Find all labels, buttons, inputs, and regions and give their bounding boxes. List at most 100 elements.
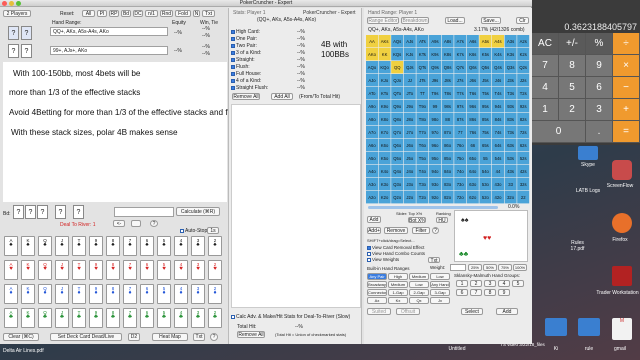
rule-folder-icon[interactable]: [578, 318, 600, 336]
weight-option-25pct[interactable]: 25%: [468, 264, 482, 271]
p2-card2-slot[interactable]: ?: [21, 44, 32, 58]
card-7-2[interactable]: 7 ♦: [123, 284, 137, 304]
calc-key[interactable]: +/-: [559, 33, 586, 55]
range-cat-low-button[interactable]: Low: [430, 273, 450, 280]
card-J-3[interactable]: J ♣: [55, 308, 69, 328]
calculate-button[interactable]: Calculate (⌘R): [176, 207, 220, 216]
card-T-0[interactable]: T ♠: [72, 236, 86, 256]
check-view-weights[interactable]: View Weights: [367, 257, 399, 262]
reset-rnd-button[interactable]: Rnd: [160, 10, 173, 17]
folder-icon[interactable]: [578, 146, 598, 160]
card-6-0[interactable]: 6 ♠: [140, 236, 154, 256]
zoom-icon[interactable]: [16, 1, 21, 6]
range-slider[interactable]: [368, 206, 498, 209]
group-6-button[interactable]: 6: [456, 289, 468, 296]
card-2-0[interactable]: 2 ♠: [208, 236, 222, 256]
firefox-icon[interactable]: [612, 213, 632, 233]
card-6-2[interactable]: 6 ♦: [140, 284, 154, 304]
calc-key[interactable]: =: [613, 121, 640, 143]
calc-key[interactable]: ÷: [613, 33, 640, 55]
range-cat-jx-button[interactable]: Jx: [430, 297, 450, 304]
range-cat-any-hand-button[interactable]: Any Hand: [430, 281, 450, 288]
card-T-1[interactable]: T ♥: [72, 260, 86, 280]
reset-all-button[interactable]: All: [82, 10, 95, 17]
p1-card2-slot[interactable]: ?: [21, 26, 32, 40]
board-slot-1[interactable]: ?: [13, 205, 24, 219]
calc-key[interactable]: 5: [559, 77, 586, 99]
card-7-3[interactable]: 7 ♣: [123, 308, 137, 328]
p1-card1-slot[interactable]: ?: [8, 26, 19, 40]
card-9-1[interactable]: 9 ♥: [89, 260, 103, 280]
card-A-3[interactable]: A ♣: [4, 308, 18, 328]
offsuit-button[interactable]: Offsuit: [396, 308, 420, 315]
card-Q-3[interactable]: Q ♣: [38, 308, 52, 328]
card-2-1[interactable]: 2 ♥: [208, 260, 222, 280]
calc-key[interactable]: %: [586, 33, 613, 55]
calc-key[interactable]: 2: [559, 99, 586, 121]
stat-checkbox[interactable]: [231, 64, 235, 69]
calc-key[interactable]: 3: [586, 99, 613, 121]
hand-range-grid[interactable]: AA AKs AQs AJs ATs A9s A8s A7s A6s A5s A4s A3s A2s AK…: [366, 35, 531, 205]
group-4-button[interactable]: 4: [498, 280, 510, 287]
reset-rp-button[interactable]: RP: [109, 10, 119, 17]
range-cat-3-gap-button[interactable]: 3-Gap: [430, 289, 450, 296]
card-Q-1[interactable]: Q ♥: [38, 260, 52, 280]
group-7-button[interactable]: 7: [470, 289, 482, 296]
help-button[interactable]: ?: [150, 220, 158, 227]
range-help-button[interactable]: ?: [432, 227, 439, 234]
filter-button[interactable]: Filter: [412, 227, 430, 234]
add-plus-button[interactable]: Add+: [367, 227, 381, 234]
card-K-0[interactable]: K ♠: [21, 236, 35, 256]
card-A-0[interactable]: A ♠: [4, 236, 18, 256]
range-cat-ax-button[interactable]: Ax: [367, 297, 387, 304]
card-5-2[interactable]: 5 ♦: [157, 284, 171, 304]
stat-row[interactable]: 4 of a Kind: --%: [231, 78, 311, 84]
slider-mode-select[interactable]: Bot X%: [408, 217, 426, 223]
card-5-3[interactable]: 5 ♣: [157, 308, 171, 328]
stat-row[interactable]: 3 of a Kind: --%: [231, 50, 311, 56]
card-J-1[interactable]: J ♥: [55, 260, 69, 280]
clr-button[interactable]: Clr: [516, 17, 529, 24]
range-cat-kx-button[interactable]: Kx: [388, 297, 408, 304]
card-K-1[interactable]: K ♥: [21, 260, 35, 280]
add-button[interactable]: Add: [367, 216, 381, 223]
card-T-2[interactable]: T ♦: [72, 284, 86, 304]
card-A-1[interactable]: A ♥: [4, 260, 18, 280]
board-slot-3[interactable]: ?: [37, 205, 48, 219]
calc-key[interactable]: 6: [586, 77, 613, 99]
calc-key[interactable]: 4: [532, 77, 559, 99]
stat-row[interactable]: Straight Flush: --%: [231, 85, 311, 91]
remove-all-button[interactable]: Remove All: [232, 93, 260, 100]
stat-checkbox[interactable]: [231, 29, 235, 34]
card-4-2[interactable]: 4 ♦: [174, 284, 188, 304]
calc-key[interactable]: 0: [532, 121, 586, 143]
calc-adv-check[interactable]: Calc Adv. & Make/Hit Stats for Deal-To-R…: [231, 314, 350, 320]
ranking-select[interactable]: HU: [436, 217, 448, 223]
tab-range-editor[interactable]: Range Editor: [367, 17, 399, 24]
stat-row[interactable]: One Pair: --%: [231, 36, 311, 42]
deal-arrow-button[interactable]: [131, 220, 141, 227]
calc-key[interactable]: 1: [532, 99, 559, 121]
card-8-2[interactable]: 8 ♦: [106, 284, 120, 304]
card-J-0[interactable]: J ♠: [55, 236, 69, 256]
card-3-1[interactable]: 3 ♥: [191, 260, 205, 280]
set-dead-button[interactable]: Set Deck Card Dead/Live: [50, 333, 122, 341]
clear-button[interactable]: Clear (⌘C): [3, 333, 39, 341]
stat-checkbox[interactable]: [231, 71, 235, 76]
card-5-0[interactable]: 5 ♠: [157, 236, 171, 256]
reset-bd-button[interactable]: Bd: [121, 10, 131, 17]
card-Q-0[interactable]: Q ♠: [38, 236, 52, 256]
stat-checkbox[interactable]: [231, 78, 235, 83]
card-5-1[interactable]: 5 ♥: [157, 260, 171, 280]
calc-key[interactable]: ×: [613, 55, 640, 77]
add-all-button[interactable]: Add All: [271, 93, 293, 100]
suited-button[interactable]: Suited: [367, 308, 391, 315]
card-8-3[interactable]: 8 ♣: [106, 308, 120, 328]
p1-range-field[interactable]: QQ+, AKs, A5s-A4s, AKo: [50, 27, 168, 36]
calc-key[interactable]: 7: [532, 55, 559, 77]
group-5-button[interactable]: 5: [512, 280, 524, 287]
ki-folder-icon[interactable]: [545, 318, 567, 336]
stat-checkbox[interactable]: [231, 43, 235, 48]
weight-option-50pct[interactable]: 50%: [483, 264, 497, 271]
reset-n-1-button[interactable]: n/1: [145, 10, 158, 17]
